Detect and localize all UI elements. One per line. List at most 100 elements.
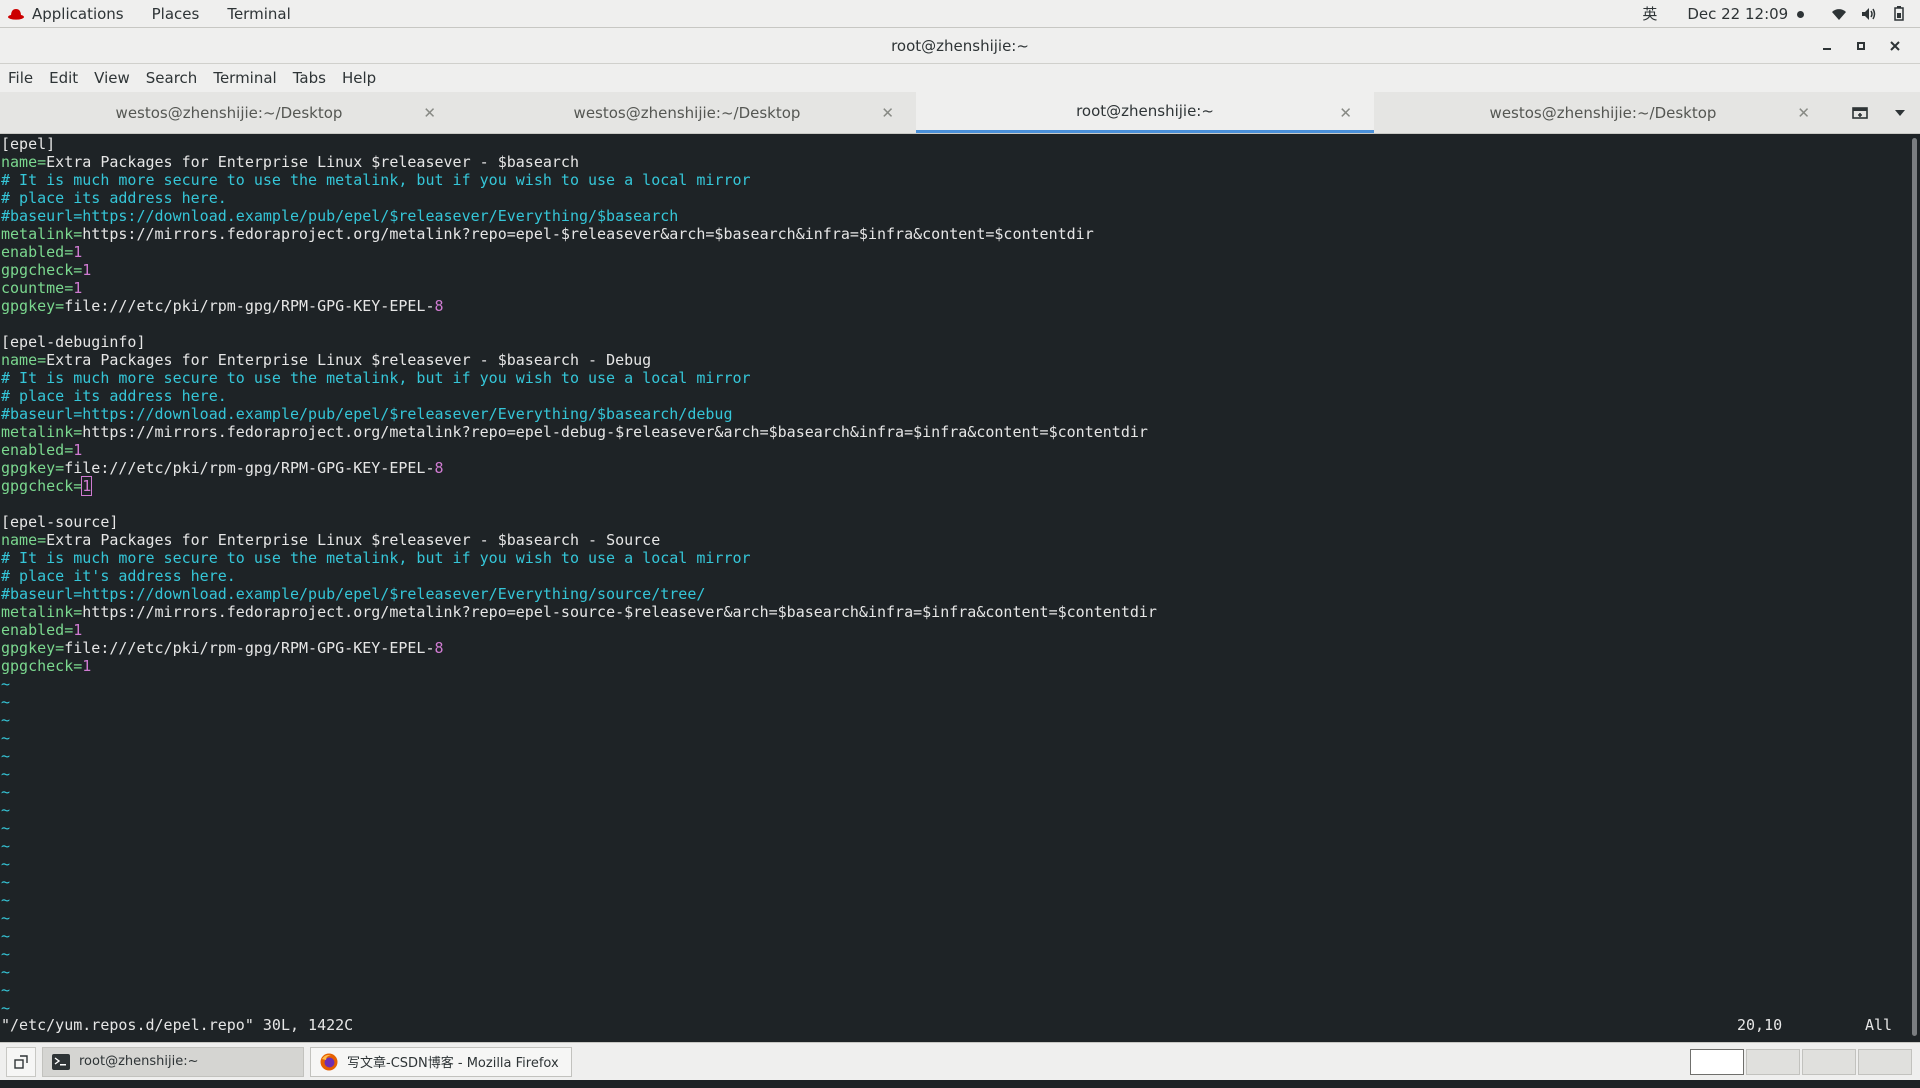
close-tab-icon[interactable]: ✕ xyxy=(881,104,894,122)
empty-line-tilde: ~ xyxy=(1,891,11,909)
tab-label: westos@zhenshijie:~/Desktop xyxy=(115,103,343,122)
line-segment: gpgcheck= xyxy=(1,657,83,675)
workspace-2[interactable] xyxy=(1746,1048,1800,1075)
terminal-line: gpgcheck=1 xyxy=(0,657,1908,675)
empty-line-tilde: ~ xyxy=(1,963,11,981)
input-method-indicator[interactable]: 英 xyxy=(1632,3,1667,24)
menu-help[interactable]: Help xyxy=(334,69,384,87)
terminal-line: enabled=1 xyxy=(0,621,1908,639)
menu-terminal[interactable]: Terminal xyxy=(205,69,284,87)
tab-list-dropdown[interactable] xyxy=(1880,92,1920,134)
tab-bar: westos@zhenshijie:~/Desktop ✕ westos@zhe… xyxy=(0,92,1920,134)
window-title: root@zhenshijie:~ xyxy=(891,36,1029,55)
workspace-1[interactable] xyxy=(1690,1048,1744,1075)
battery-icon[interactable] xyxy=(1884,6,1914,21)
line-segment: 8 xyxy=(434,297,444,315)
menu-search[interactable]: Search xyxy=(138,69,206,87)
line-segment: countme= xyxy=(1,279,74,297)
workspace-switcher xyxy=(1688,1048,1912,1075)
line-segment: metalink= xyxy=(1,603,83,621)
close-window-button[interactable] xyxy=(1878,28,1912,64)
task-firefox[interactable]: 写文章-CSDN博客 - Mozilla Firefox xyxy=(310,1046,572,1077)
line-segment: 1 xyxy=(73,441,83,459)
workspace-3[interactable] xyxy=(1802,1048,1856,1075)
tab-2[interactable]: westos@zhenshijie:~/Desktop ✕ xyxy=(458,92,916,133)
line-segment: 8 xyxy=(434,459,444,477)
tab-3-active[interactable]: root@zhenshijie:~ ✕ xyxy=(916,92,1374,133)
terminal-line: metalink=https://mirrors.fedoraproject.o… xyxy=(0,423,1908,441)
terminal-line: enabled=1 xyxy=(0,243,1908,261)
line-segment: enabled= xyxy=(1,441,74,459)
scrollbar-thumb[interactable] xyxy=(1912,138,1917,1036)
volume-icon[interactable] xyxy=(1854,7,1884,21)
empty-line-tilde: ~ xyxy=(1,981,11,999)
menu-file[interactable]: File xyxy=(0,69,41,87)
line-segment: #baseurl=https://download.example/pub/ep… xyxy=(1,207,679,225)
menu-view[interactable]: View xyxy=(86,69,138,87)
notification-dot-icon xyxy=(1797,10,1804,18)
empty-line-tilde: ~ xyxy=(1,765,11,783)
close-tab-icon[interactable]: ✕ xyxy=(1797,104,1810,122)
terminal-app-menu[interactable]: Terminal xyxy=(213,5,304,23)
task-label: 写文章-CSDN博客 - Mozilla Firefox xyxy=(347,1056,559,1071)
line-segment: 1 xyxy=(73,621,83,639)
cursor-position: 20,10 xyxy=(1737,1016,1783,1034)
terminal-line: gpgkey=file:///etc/pki/rpm-gpg/RPM-GPG-K… xyxy=(0,459,1908,477)
line-segment: https://mirrors.fedoraproject.org/metali… xyxy=(82,603,1157,621)
firefox-icon xyxy=(319,1053,339,1071)
maximize-button[interactable] xyxy=(1844,28,1878,64)
menu-tabs[interactable]: Tabs xyxy=(285,69,334,87)
line-segment: file:///etc/pki/rpm-gpg/RPM-GPG-KEY-EPEL… xyxy=(64,297,435,315)
scroll-indicator: All xyxy=(1865,1016,1893,1034)
task-terminal[interactable]: root@zhenshijie:~ xyxy=(42,1046,304,1077)
terminal-view[interactable]: [epel] name=Extra Packages for Enterprise… xyxy=(0,134,1908,1042)
line-segment: # It is much more secure to use the meta… xyxy=(1,369,751,387)
new-tab-button[interactable] xyxy=(1840,92,1880,134)
line-segment: file:///etc/pki/rpm-gpg/RPM-GPG-KEY-EPEL… xyxy=(64,639,435,657)
line-segment: https://mirrors.fedoraproject.org/metali… xyxy=(82,225,1094,243)
show-desktop-button[interactable] xyxy=(6,1046,36,1077)
line-segment: Extra Packages for Enterprise Linux $rel… xyxy=(46,153,579,171)
line-segment: enabled= xyxy=(1,621,74,639)
tab-label: westos@zhenshijie:~/Desktop xyxy=(1489,103,1717,122)
wifi-icon[interactable] xyxy=(1824,7,1854,21)
window-title-bar[interactable]: root@zhenshijie:~ xyxy=(0,28,1920,64)
terminal-line: [epel-source] xyxy=(0,513,1908,531)
terminal-line: metalink=https://mirrors.fedoraproject.o… xyxy=(0,225,1908,243)
terminal-line: gpgkey=file:///etc/pki/rpm-gpg/RPM-GPG-K… xyxy=(0,297,1908,315)
terminal-line: countme=1 xyxy=(0,279,1908,297)
clock[interactable]: Dec 22 12:09 xyxy=(1667,5,1824,23)
empty-line-tilde: ~ xyxy=(1,819,11,837)
terminal-line: # It is much more secure to use the meta… xyxy=(0,549,1908,567)
empty-line-tilde: ~ xyxy=(1,729,11,747)
line-segment: gpgkey= xyxy=(1,459,65,477)
empty-line-tilde: ~ xyxy=(1,675,11,693)
tab-label: westos@zhenshijie:~/Desktop xyxy=(573,103,801,122)
line-segment: # It is much more secure to use the meta… xyxy=(1,549,751,567)
close-tab-icon[interactable]: ✕ xyxy=(423,104,436,122)
tab-4[interactable]: westos@zhenshijie:~/Desktop ✕ xyxy=(1374,92,1832,133)
terminal-line: name=Extra Packages for Enterprise Linux… xyxy=(0,351,1908,369)
workspace-4[interactable] xyxy=(1858,1048,1912,1075)
close-tab-icon[interactable]: ✕ xyxy=(1339,104,1352,122)
minimize-button[interactable] xyxy=(1810,28,1844,64)
places-menu[interactable]: Places xyxy=(138,5,214,23)
terminal-line: gpgcheck=1 xyxy=(0,261,1908,279)
terminal-icon xyxy=(51,1053,71,1071)
line-segment: [epel-source] xyxy=(1,513,119,531)
line-segment: [epel] xyxy=(1,135,56,153)
applications-menu[interactable]: Applications xyxy=(0,5,138,23)
terminal-line: # It is much more secure to use the meta… xyxy=(0,369,1908,387)
line-segment: # place its address here. xyxy=(1,387,227,405)
tab-1[interactable]: westos@zhenshijie:~/Desktop ✕ xyxy=(0,92,458,133)
show-desktop-icon xyxy=(14,1054,28,1069)
terminal-line: [epel] xyxy=(0,135,1908,153)
line-segment: gpgkey= xyxy=(1,639,65,657)
terminal-line: # place its address here. xyxy=(0,189,1908,207)
menu-edit[interactable]: Edit xyxy=(41,69,86,87)
terminal-line: # It is much more secure to use the meta… xyxy=(0,171,1908,189)
line-segment: gpgcheck= xyxy=(1,477,83,495)
line-segment: https://mirrors.fedoraproject.org/metali… xyxy=(82,423,1148,441)
empty-line-tilde: ~ xyxy=(1,801,11,819)
redhat-icon xyxy=(8,8,24,20)
